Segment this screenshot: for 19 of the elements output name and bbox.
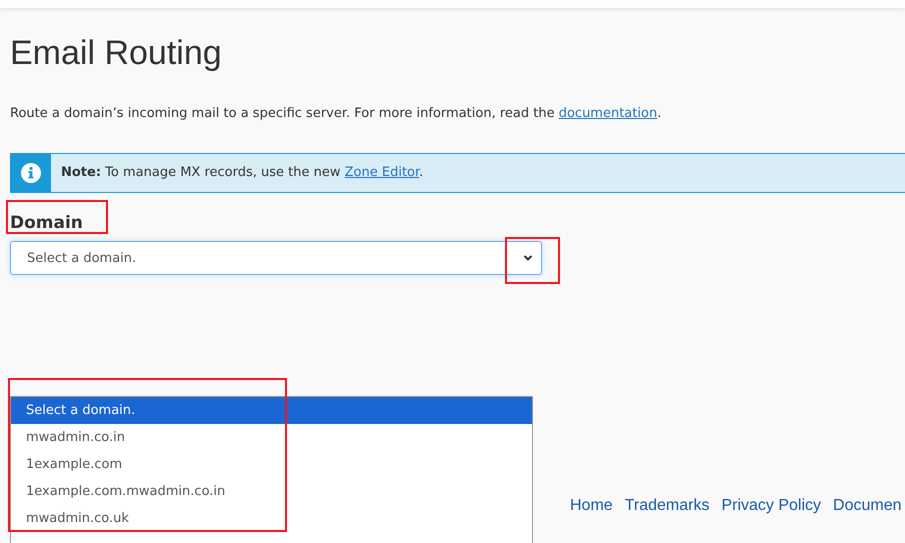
- domain-label: Domain: [10, 212, 83, 235]
- description-text: Route a domain’s incoming mail to a specific server. For more information, read the documentation.: [10, 105, 662, 123]
- footer-link[interactable]: Home: [570, 497, 613, 515]
- note-text: Note: To manage MX records, use the new Zone Editor.: [60, 164, 424, 182]
- info-icon: [21, 163, 41, 183]
- chevron-down-icon: [523, 254, 533, 262]
- dropdown-option[interactable]: 1example.com: [11, 451, 532, 478]
- zone-editor-link[interactable]: Zone Editor: [344, 165, 420, 180]
- dropdown-option[interactable]: Select a domain.: [11, 397, 532, 424]
- domain-select[interactable]: Select a domain.: [10, 241, 542, 275]
- footer-link[interactable]: Privacy Policy: [721, 497, 822, 515]
- documentation-link[interactable]: documentation: [558, 106, 658, 121]
- dropdown-option[interactable]: 1example.com.mwadmin.co.in: [11, 478, 532, 505]
- dropdown-option[interactable]: mwadmin.co.uk: [11, 505, 532, 532]
- dropdown-option[interactable]: mwadmin.co.in: [11, 424, 532, 451]
- highlight-frame: [505, 237, 560, 284]
- footer-link[interactable]: Documen: [833, 497, 902, 515]
- footer-link[interactable]: Trademarks: [624, 497, 710, 515]
- page-title: Email Routing: [10, 33, 223, 73]
